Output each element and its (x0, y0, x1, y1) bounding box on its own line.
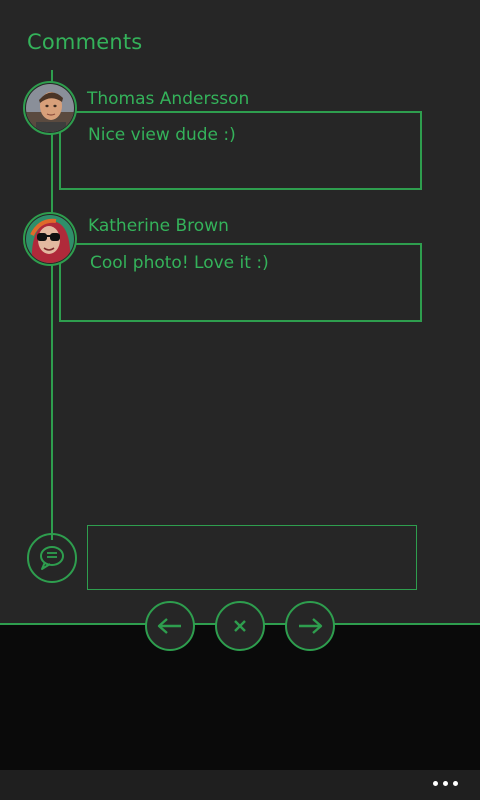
timeline-line (51, 70, 53, 540)
close-button[interactable] (215, 601, 265, 651)
comment-box (59, 111, 422, 190)
ellipsis-icon[interactable] (433, 781, 458, 786)
comment-input[interactable] (87, 525, 417, 590)
app-bar (0, 770, 480, 800)
back-button[interactable] (145, 601, 195, 651)
chat-bubble-icon[interactable] (27, 533, 77, 583)
avatar[interactable] (23, 212, 77, 266)
comment-author[interactable]: Katherine Brown (88, 216, 229, 236)
comment-text: Nice view dude :) (88, 125, 236, 145)
avatar[interactable] (23, 81, 77, 135)
arrow-left-icon (157, 618, 181, 634)
comment-author[interactable]: Thomas Andersson (87, 89, 249, 109)
user-photo-icon (26, 215, 74, 263)
arrow-right-icon (299, 618, 323, 634)
page-title: Comments (27, 30, 143, 54)
user-photo-icon (26, 84, 74, 132)
close-icon (234, 620, 246, 632)
comments-screen: Comments Thomas Andersson Nice view dude… (0, 0, 480, 624)
comment-text: Cool photo! Love it :) (90, 253, 269, 273)
forward-button[interactable] (285, 601, 335, 651)
